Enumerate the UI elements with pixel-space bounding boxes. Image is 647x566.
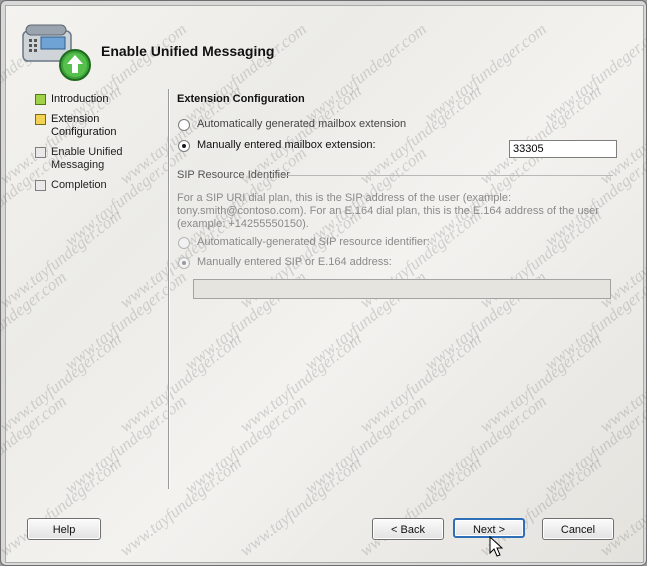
sip-description: For a SIP URI dial plan, this is the SIP… <box>177 192 599 230</box>
auto-extension-radio[interactable] <box>178 119 190 131</box>
manual-sip-label[interactable]: Manually entered SIP or E.164 address: <box>197 256 392 268</box>
step-introduction[interactable]: Introduction <box>35 93 165 106</box>
section-title: Extension Configuration <box>177 93 305 105</box>
help-button[interactable]: Help <box>27 518 101 540</box>
step-current-icon <box>35 114 46 125</box>
wizard-window: www.tayfundeger.com www.tayfundeger.com ww… <box>0 0 647 566</box>
step-label: Enable Unified Messaging <box>51 146 123 171</box>
extension-input[interactable] <box>509 140 617 158</box>
manual-extension-radio[interactable] <box>178 140 190 152</box>
wizard-steps-nav: Introduction Extension Configuration Ena… <box>35 93 165 199</box>
step-enable-unified-messaging[interactable]: Enable Unified Messaging <box>35 146 165 172</box>
manual-extension-label[interactable]: Manually entered mailbox extension: <box>197 139 376 151</box>
group-divider <box>281 175 613 176</box>
mouse-pointer-icon <box>489 536 503 557</box>
auto-sip-radio[interactable] <box>178 237 190 249</box>
step-label: Introduction <box>51 93 109 105</box>
sip-group-title: SIP Resource Identifier <box>177 169 290 181</box>
phone-with-green-arrow-icon <box>22 24 91 81</box>
page-title: Enable Unified Messaging <box>101 43 275 59</box>
step-label: Completion <box>51 179 107 191</box>
auto-sip-label[interactable]: Automatically-generated SIP resource ide… <box>197 236 430 248</box>
back-button[interactable]: < Back <box>372 518 444 540</box>
step-label: Extension Configuration <box>51 113 117 138</box>
step-completion[interactable]: Completion <box>35 179 165 192</box>
cancel-button[interactable]: Cancel <box>542 518 614 540</box>
step-complete-icon <box>35 94 46 105</box>
nav-divider <box>168 89 170 489</box>
step-pending-icon <box>35 147 46 158</box>
step-pending-icon <box>35 180 46 191</box>
sip-address-input[interactable] <box>193 279 611 299</box>
step-extension-configuration[interactable]: Extension Configuration <box>35 113 165 139</box>
manual-sip-radio[interactable] <box>178 257 190 269</box>
auto-extension-label[interactable]: Automatically generated mailbox extensio… <box>197 118 406 130</box>
next-button[interactable]: Next > <box>453 518 525 538</box>
